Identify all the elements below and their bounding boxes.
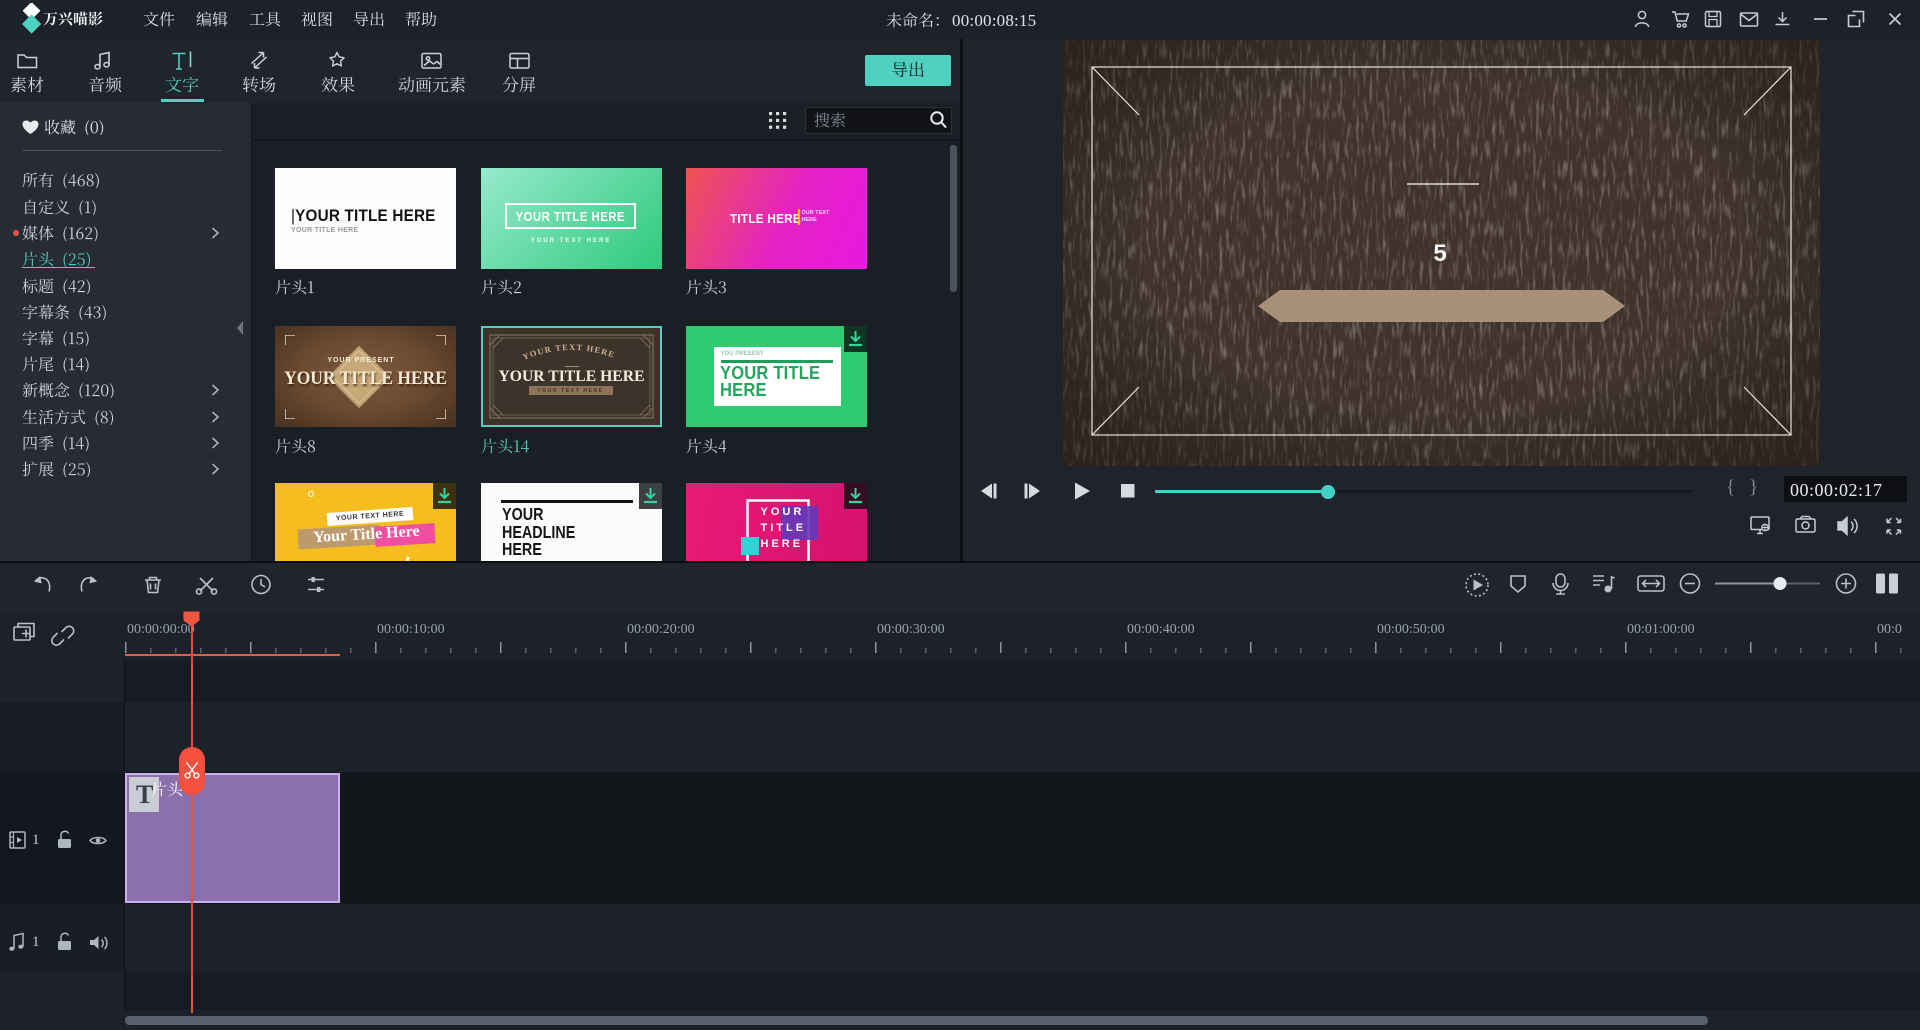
svg-text:5: 5: [1433, 240, 1446, 267]
